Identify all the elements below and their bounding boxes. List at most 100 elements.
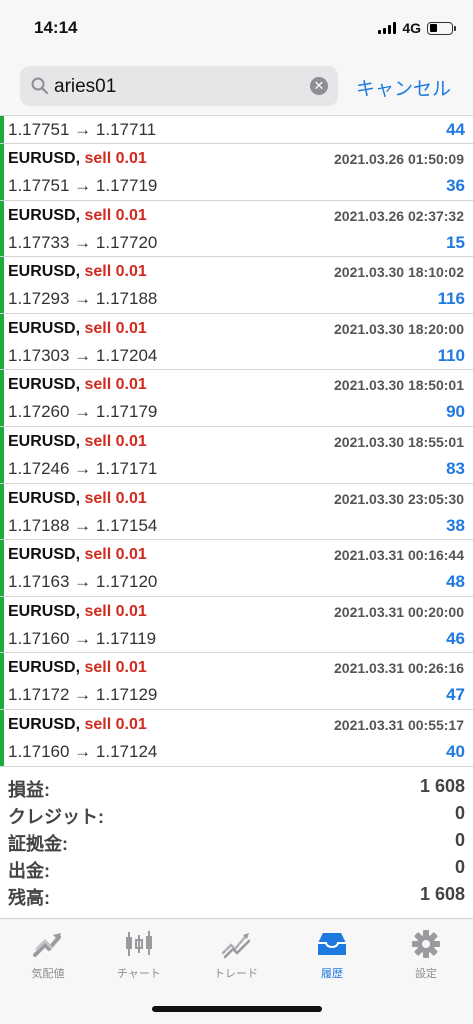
search-input[interactable]: aries01 xyxy=(54,76,116,98)
trade-title: EURUSD, sell 0.01 xyxy=(8,433,147,451)
account-summary: 損益: 1 608 クレジット: 0 証拠金: 0 出金: 0 残高: 1 608 xyxy=(0,776,473,911)
trade-symbol: EURUSD, xyxy=(8,206,81,224)
trade-symbol: EURUSD, xyxy=(8,376,81,394)
summary-label: 残高: xyxy=(8,888,50,908)
search-field[interactable]: aries01 ✕ xyxy=(20,66,338,106)
network-type: 4G xyxy=(402,20,421,36)
top-header: 14:14 4G aries01 ✕ キャンセル xyxy=(0,0,473,116)
trade-symbol: EURUSD, xyxy=(8,150,81,167)
trade-row[interactable]: EURUSD, sell 0.01 2021.03.31 00:55:17 1.17… xyxy=(0,709,473,767)
trade-row[interactable]: EURUSD, sell 0.01 2021.03.31 00:20:00 1.17… xyxy=(0,596,473,654)
profit-indicator-bar xyxy=(0,540,4,596)
profit-indicator-bar xyxy=(0,709,4,766)
tab-label: 履歴 xyxy=(321,968,343,980)
trade-prices: 1.17188 → 1.17154 xyxy=(8,515,158,535)
tab-settings[interactable]: 設定 xyxy=(386,929,466,981)
tab-trade[interactable]: トレード xyxy=(196,929,276,981)
trade-profit: 116 xyxy=(437,289,465,309)
trade-row[interactable]: EURUSD, sell 0.01 2021.03.26 01:50:09 1.17… xyxy=(0,144,473,201)
trade-symbol: EURUSD, xyxy=(8,263,81,281)
trade-row[interactable]: EURUSD, sell 0.01 2021.03.30 18:55:01 1.17… xyxy=(0,426,473,484)
battery-icon xyxy=(427,21,456,35)
profit-indicator-bar xyxy=(0,596,4,653)
tab-quotes[interactable]: 気配値 xyxy=(8,929,88,981)
tab-label: 設定 xyxy=(415,968,437,980)
trade-row[interactable]: EURUSD, sell 0.01 2021.03.30 18:10:02 1.17… xyxy=(0,257,473,314)
trade-icon xyxy=(196,929,276,959)
trade-side: sell 0.01 xyxy=(84,546,147,564)
trade-title: EURUSD, sell 0.01 xyxy=(8,603,147,621)
tab-chart[interactable]: チャート xyxy=(99,929,179,981)
trade-profit: 38 xyxy=(446,515,465,535)
trade-side: sell 0.01 xyxy=(84,150,147,167)
trade-history-list: 1.17751 → 1.17711 44 EURUSD, sell 0.01 2021… xyxy=(0,116,473,767)
trade-date: 2021.03.30 18:55:01 xyxy=(334,433,464,450)
trade-title: EURUSD, sell 0.01 xyxy=(8,320,147,338)
trade-title: EURUSD, sell 0.01 xyxy=(8,659,147,677)
trade-title: EURUSD, sell 0.01 xyxy=(8,376,147,394)
summary-row: 証拠金: 0 xyxy=(0,830,473,857)
profit-indicator-bar xyxy=(0,313,4,370)
trade-date: 2021.03.26 01:50:09 xyxy=(334,151,464,167)
summary-row: クレジット: 0 xyxy=(0,803,473,830)
tab-history[interactable]: 履歴 xyxy=(292,929,372,981)
trade-row[interactable]: EURUSD, sell 0.01 2021.03.30 18:20:00 1.17… xyxy=(0,313,473,371)
trade-date: 2021.03.31 00:16:44 xyxy=(334,547,464,564)
trade-row[interactable]: 1.17751 → 1.17711 44 xyxy=(0,116,473,144)
summary-value: 0 xyxy=(454,830,465,850)
clear-icon[interactable]: ✕ xyxy=(310,77,328,95)
trade-profit: 44 xyxy=(446,120,465,139)
quotes-icon xyxy=(8,929,88,959)
summary-label: 証拠金: xyxy=(8,834,68,854)
trade-symbol: EURUSD, xyxy=(8,546,81,564)
trade-date: 2021.03.30 18:10:02 xyxy=(334,264,464,281)
trade-date: 2021.03.30 23:05:30 xyxy=(334,490,464,507)
trade-row[interactable]: EURUSD, sell 0.01 2021.03.26 02:37:32 1.17… xyxy=(0,200,473,258)
trade-profit: 90 xyxy=(446,402,465,422)
status-time: 14:14 xyxy=(34,18,78,37)
summary-row: 残高: 1 608 xyxy=(0,884,473,911)
trade-title: EURUSD, sell 0.01 xyxy=(8,150,147,168)
trade-prices: 1.17751 → 1.17711 xyxy=(8,120,157,139)
trade-side: sell 0.01 xyxy=(84,206,147,224)
tab-label: 気配値 xyxy=(31,968,65,980)
trade-prices: 1.17303 → 1.17204 xyxy=(8,345,158,365)
trade-prices: 1.17260 → 1.17179 xyxy=(8,402,158,422)
trade-profit: 40 xyxy=(446,741,465,761)
summary-row: 損益: 1 608 xyxy=(0,776,473,803)
status-indicators: 4G xyxy=(378,20,456,36)
summary-value: 0 xyxy=(454,803,465,823)
trade-title: EURUSD, sell 0.01 xyxy=(8,546,147,564)
trade-symbol: EURUSD, xyxy=(8,319,81,337)
trade-side: sell 0.01 xyxy=(84,489,147,507)
summary-label: クレジット: xyxy=(8,807,104,827)
trade-date: 2021.03.30 18:20:00 xyxy=(334,320,464,337)
trade-side: sell 0.01 xyxy=(84,263,147,281)
tab-label: チャート xyxy=(117,968,161,980)
trade-row[interactable]: EURUSD, sell 0.01 2021.03.30 23:05:30 1.17… xyxy=(0,483,473,541)
trade-side: sell 0.01 xyxy=(84,432,147,450)
profit-indicator-bar xyxy=(0,653,4,709)
trade-prices: 1.17160 → 1.17124 xyxy=(8,741,158,761)
trade-symbol: EURUSD, xyxy=(8,602,81,620)
trade-row[interactable]: EURUSD, sell 0.01 2021.03.31 00:16:44 1.17… xyxy=(0,540,473,597)
trade-title: EURUSD, sell 0.01 xyxy=(8,716,147,734)
history-icon xyxy=(292,929,372,959)
trade-prices: 1.17293 → 1.17188 xyxy=(8,289,158,309)
profit-indicator-bar xyxy=(0,426,4,483)
trade-prices: 1.17751 → 1.17719 xyxy=(8,176,158,195)
summary-value: 1 608 xyxy=(419,884,465,904)
trade-profit: 46 xyxy=(446,628,465,648)
trade-profit: 83 xyxy=(446,458,465,478)
trade-symbol: EURUSD, xyxy=(8,489,81,507)
cancel-button[interactable]: キャンセル xyxy=(356,74,451,101)
profit-indicator-bar xyxy=(0,483,4,540)
summary-label: 損益: xyxy=(8,780,50,800)
trade-profit: 47 xyxy=(446,685,465,705)
trade-profit: 36 xyxy=(446,176,465,195)
trade-date: 2021.03.31 00:20:00 xyxy=(334,603,464,620)
trade-row[interactable]: EURUSD, sell 0.01 2021.03.30 18:50:01 1.17… xyxy=(0,370,473,427)
summary-value: 1 608 xyxy=(419,776,465,796)
trade-row[interactable]: EURUSD, sell 0.01 2021.03.31 00:26:16 1.17… xyxy=(0,653,473,710)
trade-symbol: EURUSD, xyxy=(8,659,81,677)
